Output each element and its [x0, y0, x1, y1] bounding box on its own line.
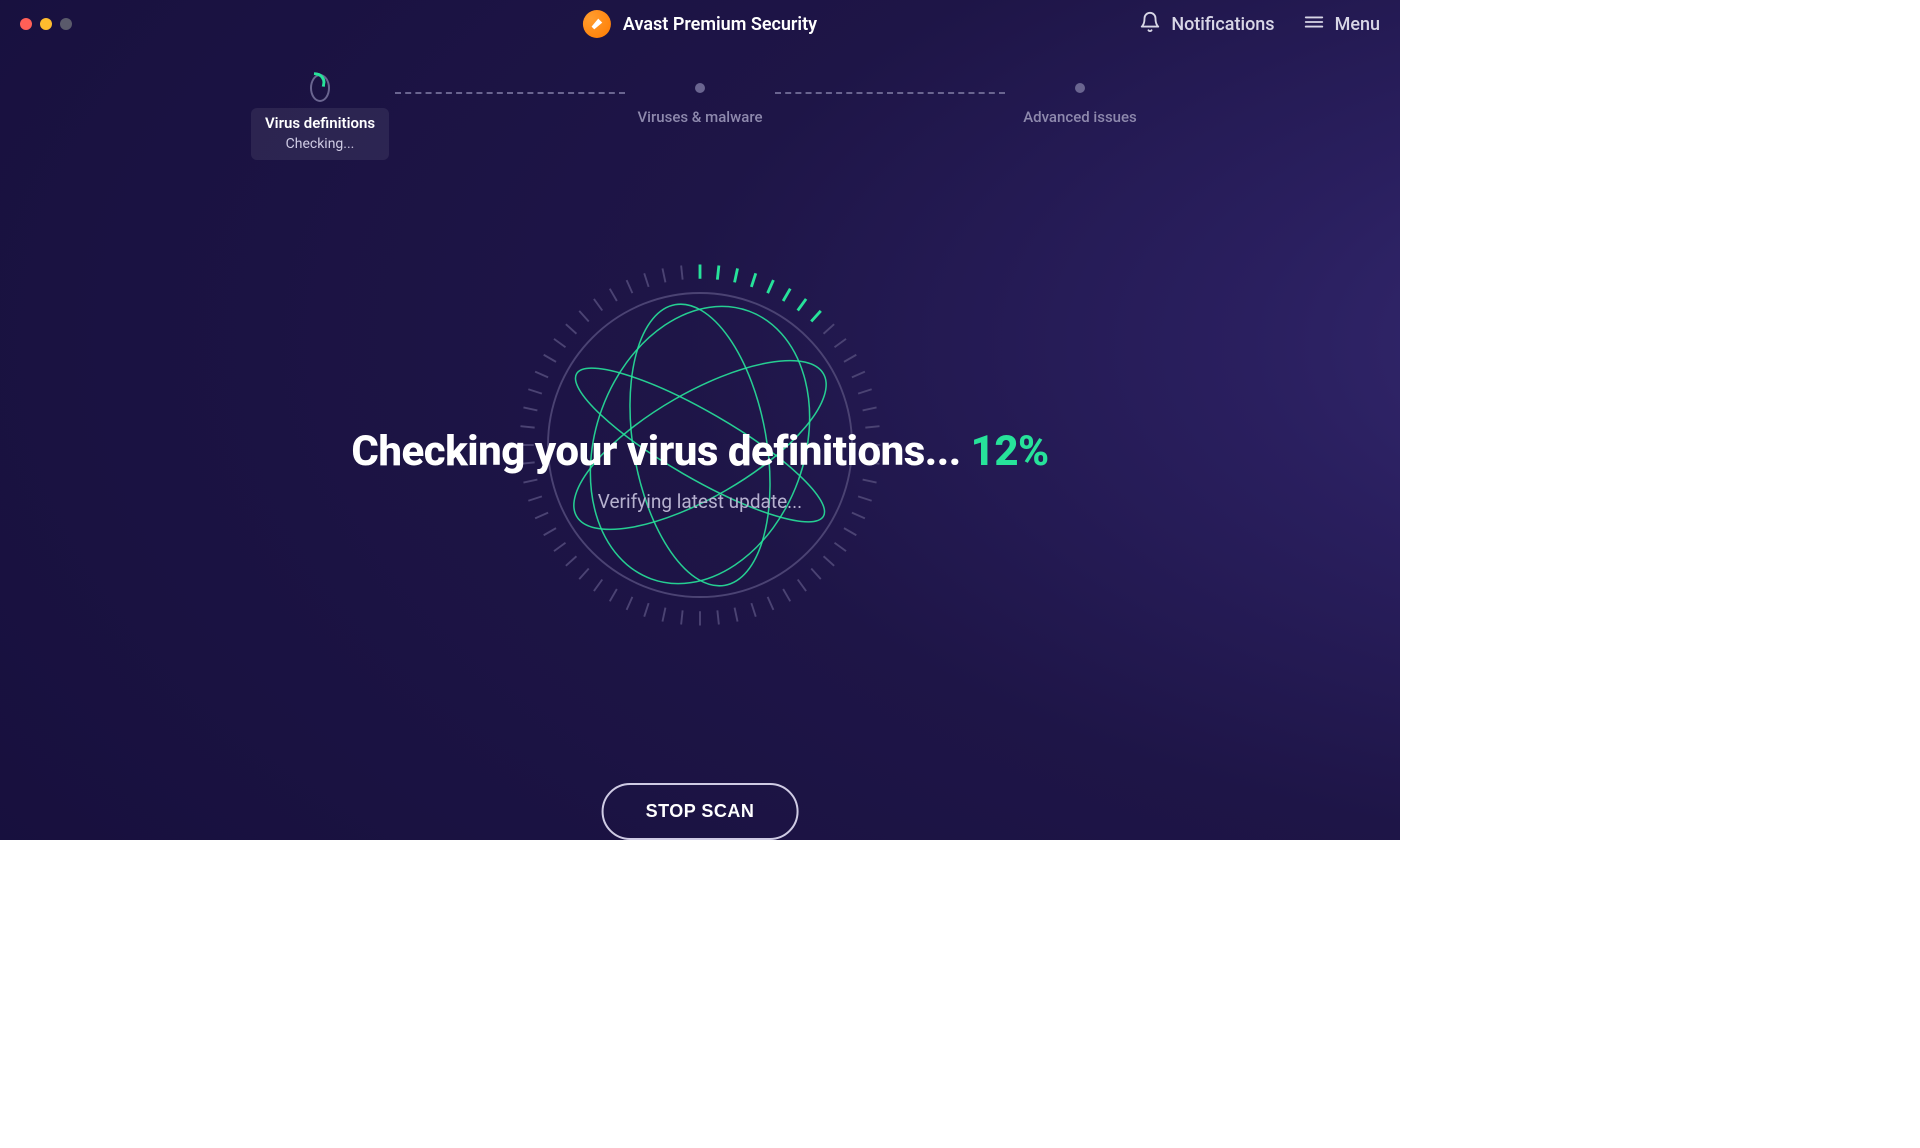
app-title: Avast Premium Security — [623, 14, 817, 35]
page-margin-bottom — [0, 840, 1920, 1148]
avast-logo-icon — [583, 10, 611, 38]
step-title: Advanced issues — [1023, 108, 1137, 126]
window-close-button[interactable] — [20, 18, 32, 30]
scan-steps: Virus definitions Checking... Viruses & … — [0, 78, 1400, 160]
app-window: Avast Premium Security Notifications Men… — [0, 0, 1400, 840]
hamburger-icon — [1303, 11, 1325, 38]
menu-button[interactable]: Menu — [1303, 11, 1380, 38]
step-viruses-malware[interactable]: Viruses & malware — [625, 78, 775, 126]
titlebar: Avast Premium Security Notifications Men… — [0, 0, 1400, 48]
bell-icon — [1139, 11, 1161, 38]
notifications-button[interactable]: Notifications — [1139, 11, 1274, 38]
step-advanced-issues[interactable]: Advanced issues — [1005, 78, 1155, 126]
scan-status: Checking your virus definitions... 12% V… — [250, 427, 1150, 513]
brand: Avast Premium Security — [583, 10, 817, 38]
step-title: Viruses & malware — [637, 108, 762, 126]
step-virus-definitions[interactable]: Virus definitions Checking... — [245, 78, 395, 160]
stop-scan-button[interactable]: STOP SCAN — [602, 783, 799, 840]
menu-label: Menu — [1335, 14, 1380, 35]
step-separator — [775, 92, 1005, 94]
step-separator — [395, 92, 625, 94]
scan-subtitle: Verifying latest update... — [250, 490, 1150, 513]
step-dot-icon — [695, 83, 705, 93]
window-minimize-button[interactable] — [40, 18, 52, 30]
scan-percent: 12% — [971, 427, 1049, 476]
step-title: Virus definitions — [265, 114, 375, 132]
scan-title: Checking your virus definitions... 12% — [250, 427, 1150, 476]
step-subtitle: Checking... — [265, 136, 375, 152]
step-dot-icon — [1075, 83, 1085, 93]
notifications-label: Notifications — [1171, 14, 1274, 35]
window-zoom-button[interactable] — [60, 18, 72, 30]
window-controls — [20, 18, 72, 30]
header-actions: Notifications Menu — [1139, 11, 1380, 38]
progress-ring-icon — [310, 74, 330, 102]
scan-title-text: Checking your virus definitions... — [351, 427, 970, 476]
